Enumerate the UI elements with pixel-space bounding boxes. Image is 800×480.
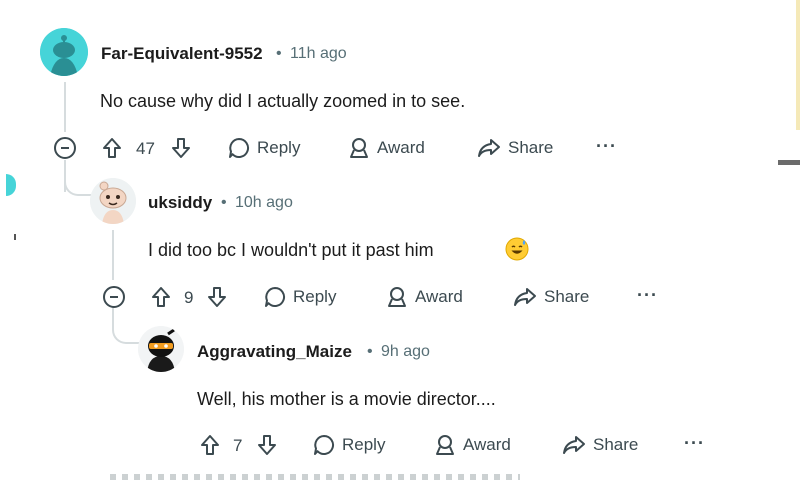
award-icon <box>350 138 368 158</box>
share-arrow-icon <box>514 288 536 306</box>
downvote-icon[interactable] <box>206 285 228 309</box>
reply-bubble-icon <box>265 286 286 307</box>
snoo-avatar-icon <box>40 28 88 76</box>
comment-text: No cause why did I actually zoomed in to… <box>100 91 466 111</box>
timestamp[interactable]: 11h ago <box>290 45 347 63</box>
award-label: Award <box>377 138 425 157</box>
thread-line <box>112 230 114 280</box>
reply-bubble-icon <box>314 434 335 455</box>
reply-bubble-icon <box>229 137 250 158</box>
snoo-avatar-icon <box>138 326 184 372</box>
downvote-icon[interactable] <box>170 136 192 160</box>
emoji-sweat-smile-icon <box>505 237 529 261</box>
vote-count: 9 <box>184 288 194 307</box>
reply-button[interactable]: Reply <box>264 286 336 308</box>
vote-count: 47 <box>136 139 155 158</box>
comment-text: Well, his mother is a movie director.... <box>197 389 496 409</box>
award-label: Award <box>463 435 511 454</box>
avatar[interactable] <box>90 178 136 224</box>
reply-label: Reply <box>257 138 301 157</box>
avatar[interactable] <box>40 28 88 76</box>
separator-dot: • <box>221 194 227 211</box>
upvote-icon[interactable] <box>199 433 221 457</box>
reply-button[interactable]: Reply <box>313 434 385 456</box>
downvote-icon[interactable] <box>256 433 278 457</box>
upvote-icon[interactable] <box>150 285 172 309</box>
cropped-edge-strip <box>796 0 800 130</box>
award-button[interactable]: Award <box>434 434 511 456</box>
timestamp[interactable]: 9h ago <box>381 343 430 361</box>
award-icon <box>436 435 454 455</box>
cropped-text-remnant <box>110 474 520 480</box>
cropped-avatar-remnant <box>6 174 16 196</box>
share-arrow-icon <box>563 436 585 454</box>
separator-dot: • <box>367 343 373 360</box>
reply-label: Reply <box>293 287 337 306</box>
award-icon <box>388 287 406 307</box>
more-icon[interactable]: ··· <box>637 285 658 306</box>
username[interactable]: uksiddy <box>148 193 212 213</box>
reply-button[interactable]: Reply <box>228 137 300 159</box>
award-button[interactable]: Award <box>386 286 463 308</box>
vote-count: 7 <box>233 436 243 455</box>
upvote-icon[interactable] <box>101 136 123 160</box>
share-arrow-icon <box>478 139 500 157</box>
share-label: Share <box>508 138 554 157</box>
award-label: Award <box>415 287 463 306</box>
share-label: Share <box>593 435 639 454</box>
snoo-avatar-icon <box>90 178 136 224</box>
collapse-icon[interactable] <box>54 137 76 159</box>
cropped-mark <box>14 234 16 240</box>
share-button[interactable]: Share <box>562 434 638 456</box>
more-icon[interactable]: ··· <box>684 433 705 454</box>
collapse-icon[interactable] <box>103 286 125 308</box>
award-button[interactable]: Award <box>348 137 425 159</box>
share-label: Share <box>544 287 590 306</box>
share-button[interactable]: Share <box>477 137 553 159</box>
share-button[interactable]: Share <box>513 286 589 308</box>
reply-label: Reply <box>342 435 386 454</box>
separator-dot: • <box>276 45 282 62</box>
timestamp[interactable]: 10h ago <box>235 194 293 212</box>
more-icon[interactable]: ··· <box>596 136 617 157</box>
cropped-edge-bar <box>778 160 800 165</box>
avatar[interactable] <box>138 326 184 372</box>
username[interactable]: Aggravating_Maize <box>197 342 352 362</box>
thread-line <box>64 82 66 132</box>
username[interactable]: Far-Equivalent-9552 <box>101 44 263 64</box>
comment-text: I did too bc I wouldn't put it past him <box>148 240 434 260</box>
